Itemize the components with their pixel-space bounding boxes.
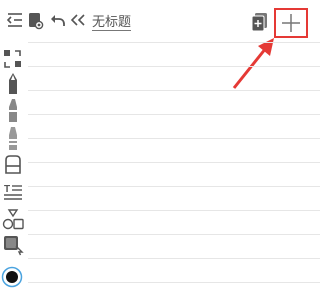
undo-icon[interactable]	[50, 12, 66, 33]
text-tool-icon[interactable]: T	[2, 182, 24, 204]
add-icon[interactable]	[281, 13, 301, 38]
ruled-line	[28, 186, 320, 187]
svg-text:T: T	[4, 184, 10, 195]
tool-sidebar: T	[0, 42, 26, 295]
notebook-preview-icon[interactable]	[27, 11, 45, 36]
image-insert-icon[interactable]	[2, 234, 24, 256]
ruled-line	[28, 258, 320, 259]
ruled-line	[28, 42, 320, 43]
collapse-double-chevron-icon[interactable]	[70, 13, 86, 32]
ruled-line	[28, 66, 320, 67]
marker-icon[interactable]	[2, 98, 24, 122]
lasso-select-icon[interactable]	[2, 48, 24, 70]
ruled-line	[28, 114, 320, 115]
current-color-icon[interactable]	[1, 266, 23, 288]
ruled-line	[28, 90, 320, 91]
ruled-line	[28, 282, 320, 283]
eraser-icon[interactable]	[2, 154, 24, 176]
pen-icon[interactable]	[2, 72, 24, 94]
document-title[interactable]: 无标题	[92, 14, 132, 31]
ruled-line	[28, 162, 320, 163]
menu-icon[interactable]	[6, 12, 24, 33]
ruled-line	[28, 138, 320, 139]
highlighter-icon[interactable]	[2, 126, 24, 150]
ruled-line	[28, 210, 320, 211]
shapes-icon[interactable]	[2, 208, 24, 230]
ruled-line	[28, 234, 320, 235]
note-page[interactable]	[28, 42, 320, 295]
